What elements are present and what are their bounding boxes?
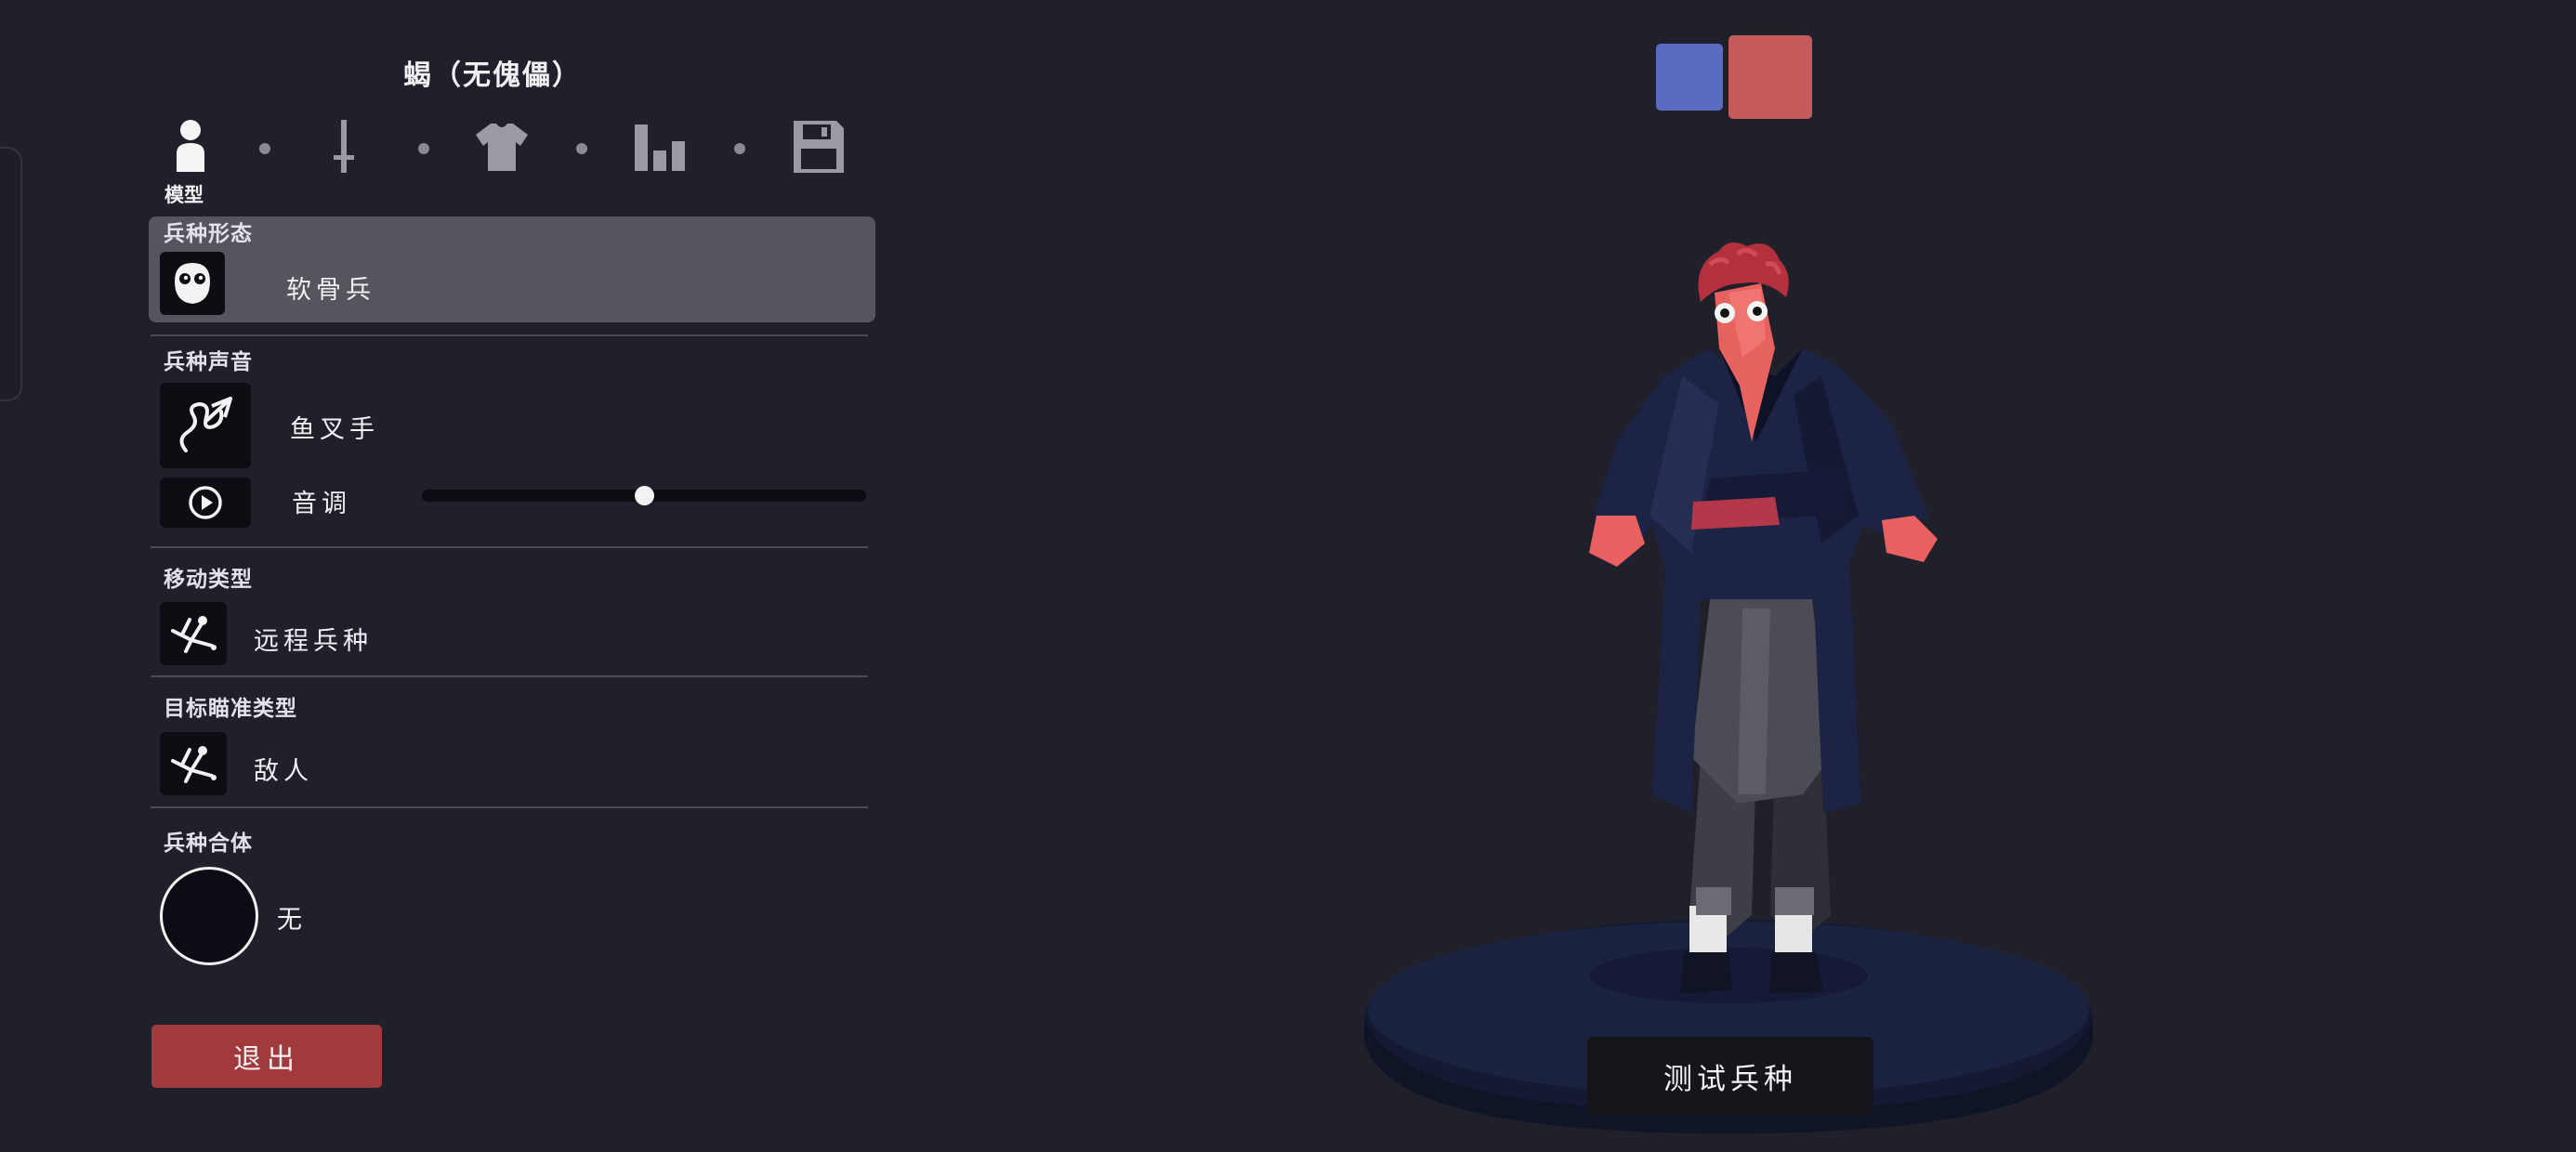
floppy-disk-icon	[794, 121, 844, 173]
editor-tabs: 模型	[158, 110, 864, 206]
tab-save[interactable]	[786, 110, 851, 184]
unit-combine-label: 兵种合体	[164, 831, 253, 856]
unit-voice-icon-box[interactable]	[160, 383, 251, 468]
pitch-slider[interactable]	[422, 486, 866, 505]
unit-character-model[interactable]	[1580, 237, 1970, 1017]
team-color-blue-swatch[interactable]	[1656, 44, 1723, 111]
sword-icon	[334, 120, 354, 173]
unit-creator-screen: 蝎（无傀儡） 模型 兵种形态 软骨兵 兵种声音 鱼叉手 音调 移动类型 远程兵种…	[0, 0, 2576, 1152]
pitch-slider-knob[interactable]	[635, 486, 654, 505]
targeting-type-value: 敌人	[254, 757, 313, 786]
exit-button[interactable]: 退出	[151, 1025, 382, 1088]
section-divider	[151, 806, 868, 808]
tab-weapon[interactable]	[311, 110, 376, 184]
unit-combine-value: 无	[277, 906, 307, 935]
play-sound-button[interactable]	[160, 478, 251, 528]
tab-model[interactable]	[158, 110, 223, 184]
targeting-type-icon-box[interactable]	[160, 732, 227, 795]
tab-separator-dot	[418, 143, 429, 154]
movement-type-value: 远程兵种	[254, 627, 373, 656]
targeting-type-label: 目标瞄准类型	[164, 697, 297, 721]
play-circle-icon	[189, 486, 222, 519]
team-color-red-swatch[interactable]	[1728, 35, 1812, 119]
movement-type-icon-box[interactable]	[160, 602, 227, 665]
page-title: 蝎（无傀儡）	[403, 59, 582, 92]
mask-face-icon	[175, 263, 210, 304]
tab-model-label: 模型	[164, 184, 204, 206]
stickman-fall-icon	[171, 746, 217, 783]
stickman-fall-icon	[171, 616, 217, 653]
tab-clothing[interactable]	[469, 110, 534, 184]
pitch-label: 音调	[292, 490, 351, 518]
tab-separator-dot	[734, 143, 745, 154]
section-divider	[151, 675, 868, 677]
unit-form-value: 软骨兵	[286, 276, 375, 305]
unit-form-icon-box[interactable]	[160, 252, 225, 315]
unit-form-label: 兵种形态	[164, 222, 253, 246]
unit-voice-label: 兵种声音	[164, 350, 253, 374]
section-divider	[151, 334, 868, 336]
section-divider	[151, 546, 868, 548]
test-unit-button[interactable]: 测试兵种	[1587, 1037, 1873, 1115]
tab-separator-dot	[576, 143, 587, 154]
unit-voice-value: 鱼叉手	[290, 415, 379, 444]
unit-form-row[interactable]	[149, 216, 875, 322]
unit-combine-slot[interactable]	[160, 867, 258, 965]
tab-separator-dot	[259, 143, 270, 154]
tab-stats[interactable]	[627, 110, 692, 184]
squiggle-arrow-icon	[179, 397, 232, 452]
shirt-icon	[476, 124, 528, 171]
bar-chart-icon	[635, 124, 685, 171]
movement-type-label: 移动类型	[164, 568, 253, 592]
person-icon	[177, 120, 204, 172]
side-drawer-handle[interactable]	[0, 147, 22, 401]
